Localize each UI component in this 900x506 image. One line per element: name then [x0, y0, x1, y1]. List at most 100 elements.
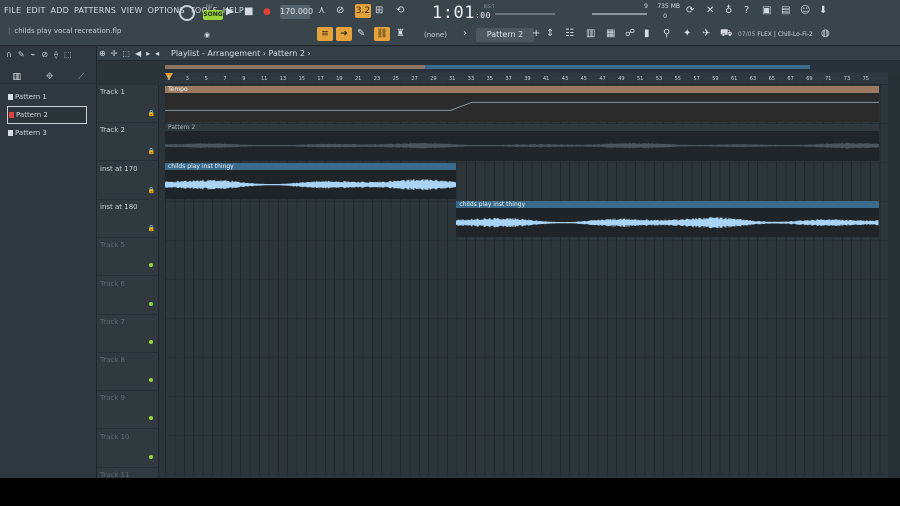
line-icon[interactable]: ⟋	[78, 72, 84, 82]
video-icon[interactable]: ✈	[702, 28, 710, 40]
track-enable-indicator[interactable]	[149, 454, 153, 459]
select-icon[interactable]: ⬚	[122, 49, 130, 58]
tools-icon[interactable]: ✕	[706, 5, 714, 17]
track-enable-indicator[interactable]	[149, 416, 153, 421]
arrangement-grid[interactable]: Tempo Pattern 2 childs play inst thingy chi…	[165, 85, 888, 478]
tempo-display[interactable]: 170.000	[280, 5, 313, 19]
track-enable-indicator[interactable]	[149, 339, 153, 344]
track-header[interactable]: Track 11	[97, 468, 159, 478]
track-header[interactable]: inst at 170 🔒	[97, 162, 159, 200]
pencil-icon[interactable]: ✎	[18, 50, 25, 59]
snap-icon[interactable]: ✢	[111, 49, 118, 58]
master-pitch-slider[interactable]	[495, 13, 555, 15]
zoom-icon[interactable]: ⊕	[99, 49, 106, 58]
pencil-icon[interactable]: ✎	[357, 28, 365, 40]
scroll-icon[interactable]: ◂	[155, 49, 159, 58]
news-icon[interactable]: ☺	[800, 5, 810, 17]
drag-icon[interactable]: ✥	[46, 72, 54, 82]
track-enable-indicator[interactable]	[149, 378, 153, 383]
stamp-icon[interactable]: ♜	[396, 28, 405, 40]
playlist-icon[interactable]: ▮	[644, 28, 650, 40]
master-volume-slider[interactable]	[592, 13, 647, 15]
play-icon[interactable]: ▶	[226, 6, 234, 18]
menu-file[interactable]: FILE	[4, 6, 21, 15]
piano-roll-icon[interactable]: ▦	[606, 28, 615, 40]
mute-icon[interactable]: ⊘	[41, 50, 48, 59]
track-name[interactable]: Track 7	[100, 318, 125, 326]
globe-icon[interactable]: ◍	[821, 28, 830, 40]
track-name[interactable]: Track 1	[100, 88, 125, 96]
speaker-icon[interactable]: ◀	[135, 49, 141, 58]
channel-rack-icon[interactable]: ☷	[565, 28, 574, 40]
track-header[interactable]: Track 9	[97, 391, 159, 430]
download-icon[interactable]: ⬇	[819, 5, 827, 17]
lock-icon[interactable]: 🔒	[148, 225, 155, 232]
master-volume-knob-icon[interactable]: ◉	[204, 29, 210, 41]
audio-clip[interactable]: childs play inst thingy	[456, 200, 880, 238]
cart-icon[interactable]: ⛟	[720, 28, 733, 40]
track-name[interactable]: Track 10	[100, 433, 129, 441]
pattern-item[interactable]: Pattern 1	[7, 88, 87, 106]
pattern-item[interactable]: Pattern 2	[7, 106, 87, 124]
chevron-right-icon[interactable]: ›	[463, 28, 467, 40]
track-name[interactable]: Track 5	[100, 241, 125, 249]
record-icon[interactable]: ●	[263, 6, 271, 18]
menu-view[interactable]: VIEW	[121, 6, 143, 15]
browser-icon[interactable]: ☍	[625, 28, 635, 40]
track-enable-indicator[interactable]	[149, 263, 153, 268]
track-header[interactable]: Track 10	[97, 430, 159, 468]
pattern-item[interactable]: Pattern 3	[7, 124, 87, 142]
track-name[interactable]: Track 9	[100, 394, 125, 402]
lock-icon[interactable]: 🔒	[148, 110, 155, 117]
tempo-clip[interactable]: Tempo	[165, 86, 880, 123]
track-header[interactable]: Track 2 🔒	[97, 123, 159, 162]
track-header[interactable]: Track 6	[97, 277, 159, 315]
track-header[interactable]: Track 8	[97, 353, 159, 392]
track-name[interactable]: Track 2	[100, 126, 125, 134]
lock-icon[interactable]: 🔒	[148, 148, 155, 155]
menu-patterns[interactable]: PATTERNS	[74, 6, 116, 15]
arrow-tool-button[interactable]: ➜	[336, 27, 352, 41]
loop-record-icon[interactable]: ⟲	[396, 5, 404, 17]
wait-input-icon[interactable]: ⊘	[336, 5, 344, 17]
snap-selector[interactable]: (none)	[424, 31, 447, 39]
undo-history-icon[interactable]: ⟳	[686, 5, 694, 17]
save-icon[interactable]: ▣	[762, 5, 771, 17]
track-header[interactable]: inst at 180 🔒	[97, 200, 159, 238]
track-name[interactable]: Track 11	[100, 471, 129, 478]
arrange-icon[interactable]: ⇕	[546, 28, 554, 40]
song-mode-toggle[interactable]: SONG	[203, 10, 223, 20]
render-icon[interactable]: ▤	[781, 5, 790, 17]
microphone-icon[interactable]: ♁	[725, 5, 732, 17]
track-name[interactable]: Track 8	[100, 356, 125, 364]
track-header[interactable]: Track 1 🔒	[97, 85, 159, 123]
stop-icon[interactable]: ■	[244, 6, 253, 18]
step-edit-button[interactable]: 3.2	[355, 4, 371, 18]
track-enable-indicator[interactable]	[149, 301, 153, 306]
menu-add[interactable]: ADD	[51, 6, 69, 15]
pattern-selector[interactable]: Pattern 2	[476, 28, 534, 42]
vertical-scrollbar[interactable]	[888, 73, 900, 478]
playlist-tool-button[interactable]: ≡	[317, 27, 333, 41]
brush-icon[interactable]: ⌁	[31, 50, 36, 59]
track-header[interactable]: Track 7	[97, 315, 159, 353]
metronome-icon[interactable]: ⋏	[318, 5, 325, 17]
typing-keyboard-icon[interactable]: ⊞	[375, 5, 383, 17]
pat-song-knob[interactable]	[179, 5, 195, 21]
track-header[interactable]: Track 5	[97, 238, 159, 277]
slice-icon[interactable]: ⟠	[54, 50, 58, 59]
magnet-icon[interactable]: ∩	[6, 50, 12, 59]
help-icon[interactable]: ?	[744, 5, 749, 17]
add-pattern-icon[interactable]: +	[532, 28, 540, 40]
piano-icon[interactable]: ▥	[12, 72, 21, 82]
link-tool-button[interactable]: ⛓	[374, 27, 390, 41]
play-icon[interactable]: ▸	[146, 49, 150, 58]
plugin-icon[interactable]: ⚲	[663, 28, 670, 40]
track-name[interactable]: inst at 180	[100, 203, 138, 211]
timeline-ruler[interactable]: 1 3 5 7 9 11 13 15 17 19 21 23 25 27 29 31 33 35 37 39 41 43 4…	[165, 73, 888, 85]
playlist-overview-scrollbar[interactable]	[165, 62, 900, 72]
track-name[interactable]: inst at 170	[100, 165, 138, 173]
plugin-picker-icon[interactable]: ✦	[683, 28, 691, 40]
select-icon[interactable]: ⬚	[64, 50, 72, 59]
lock-icon[interactable]: 🔒	[148, 187, 155, 194]
